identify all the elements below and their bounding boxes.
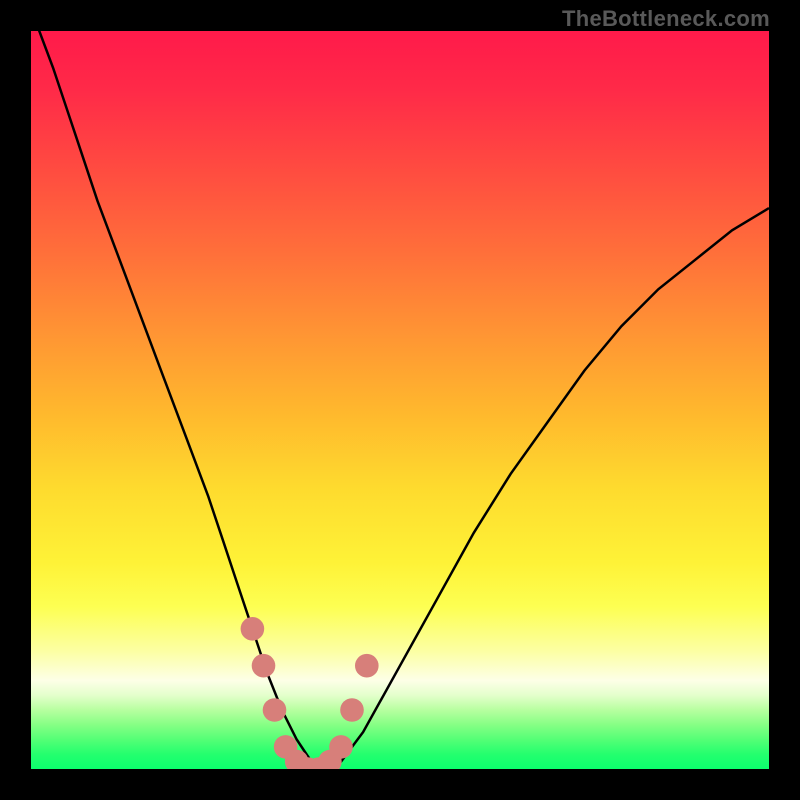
curve-marker: [252, 654, 276, 678]
chart-frame: TheBottleneck.com: [0, 0, 800, 800]
curve-marker: [263, 698, 287, 722]
bottleneck-curve-path: [31, 31, 769, 769]
curve-marker: [241, 617, 265, 641]
curve-marker: [329, 735, 353, 759]
chart-svg: [31, 31, 769, 769]
curve-markers: [241, 617, 379, 769]
bottleneck-curve: [31, 31, 769, 769]
curve-marker: [340, 698, 364, 722]
attribution-watermark: TheBottleneck.com: [562, 6, 770, 32]
plot-area: [31, 31, 769, 769]
curve-marker: [355, 654, 379, 678]
